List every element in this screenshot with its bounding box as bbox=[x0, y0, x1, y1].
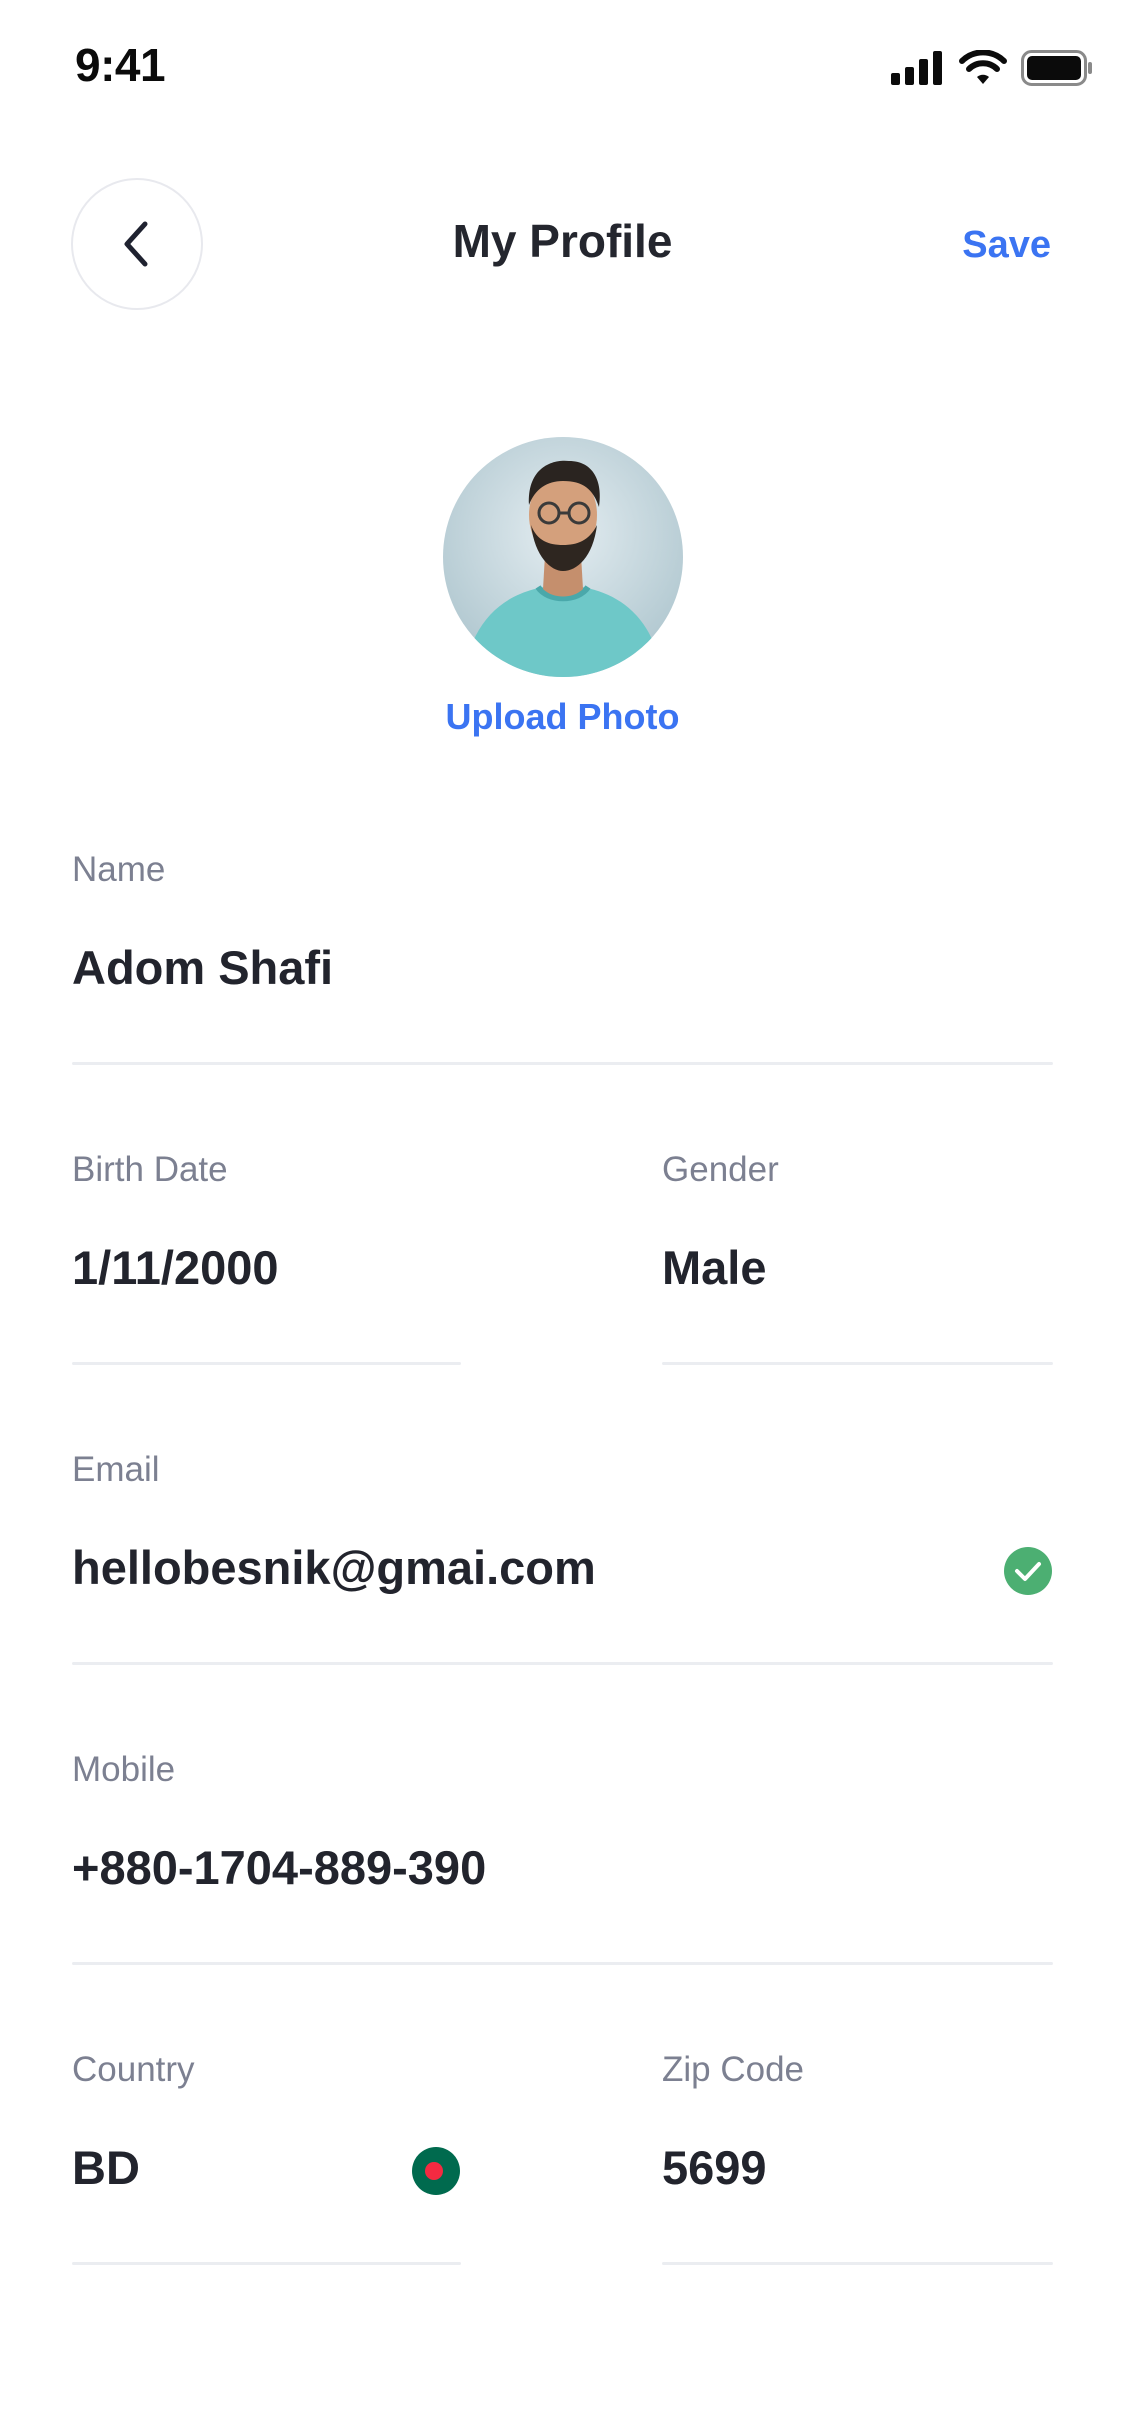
header: My Profile Save bbox=[0, 178, 1125, 314]
name-field[interactable]: Name Adom Shafi bbox=[72, 850, 1053, 1070]
email-value[interactable]: hellobesnik@gmai.com bbox=[72, 1540, 596, 1595]
mobile-label: Mobile bbox=[72, 1750, 176, 1789]
zip-code-label: Zip Code bbox=[662, 2050, 805, 2089]
mobile-field[interactable]: Mobile +880-1704-889-390 bbox=[72, 1750, 1053, 1970]
email-field[interactable]: Email hellobesnik@gmai.com bbox=[72, 1450, 1053, 1670]
status-time: 9:41 bbox=[75, 39, 166, 91]
birth-date-value[interactable]: 1/11/2000 bbox=[72, 1240, 279, 1295]
zip-code-value[interactable]: 5699 bbox=[662, 2140, 767, 2195]
country-value[interactable]: BD bbox=[72, 2140, 140, 2195]
gender-underline bbox=[662, 1362, 1053, 1365]
battery-icon bbox=[1021, 50, 1092, 86]
wifi-icon bbox=[959, 50, 1007, 84]
zip-code-underline bbox=[662, 2262, 1053, 2265]
gender-label: Gender bbox=[662, 1150, 779, 1189]
mobile-value[interactable]: +880-1704-889-390 bbox=[72, 1840, 486, 1895]
email-underline bbox=[72, 1662, 1053, 1665]
avatar[interactable] bbox=[443, 437, 683, 677]
gender-value[interactable]: Male bbox=[662, 1240, 767, 1295]
save-button[interactable]: Save bbox=[962, 224, 1051, 267]
email-label: Email bbox=[72, 1450, 160, 1489]
country-field[interactable]: Country BD bbox=[72, 2050, 461, 2270]
birth-date-underline bbox=[72, 1362, 461, 1365]
country-label: Country bbox=[72, 2050, 195, 2089]
bangladesh-flag-icon bbox=[412, 2147, 460, 2195]
page-title: My Profile bbox=[452, 215, 673, 267]
country-underline bbox=[72, 2262, 461, 2265]
gender-field[interactable]: Gender Male bbox=[662, 1150, 1053, 1370]
profile-photo bbox=[443, 437, 683, 677]
check-circle-icon bbox=[1004, 1547, 1052, 1595]
name-value[interactable]: Adom Shafi bbox=[72, 940, 333, 995]
upload-photo-link[interactable]: Upload Photo bbox=[0, 696, 1125, 738]
birth-date-field[interactable]: Birth Date 1/11/2000 bbox=[72, 1150, 461, 1370]
name-label: Name bbox=[72, 850, 166, 889]
status-bar: 9:41 bbox=[0, 0, 1125, 132]
zip-code-field[interactable]: Zip Code 5699 bbox=[662, 2050, 1053, 2270]
mobile-underline bbox=[72, 1962, 1053, 1965]
status-icons bbox=[891, 50, 1093, 86]
birth-date-label: Birth Date bbox=[72, 1150, 228, 1189]
name-underline bbox=[72, 1062, 1053, 1065]
cellular-signal-icon bbox=[891, 51, 942, 85]
